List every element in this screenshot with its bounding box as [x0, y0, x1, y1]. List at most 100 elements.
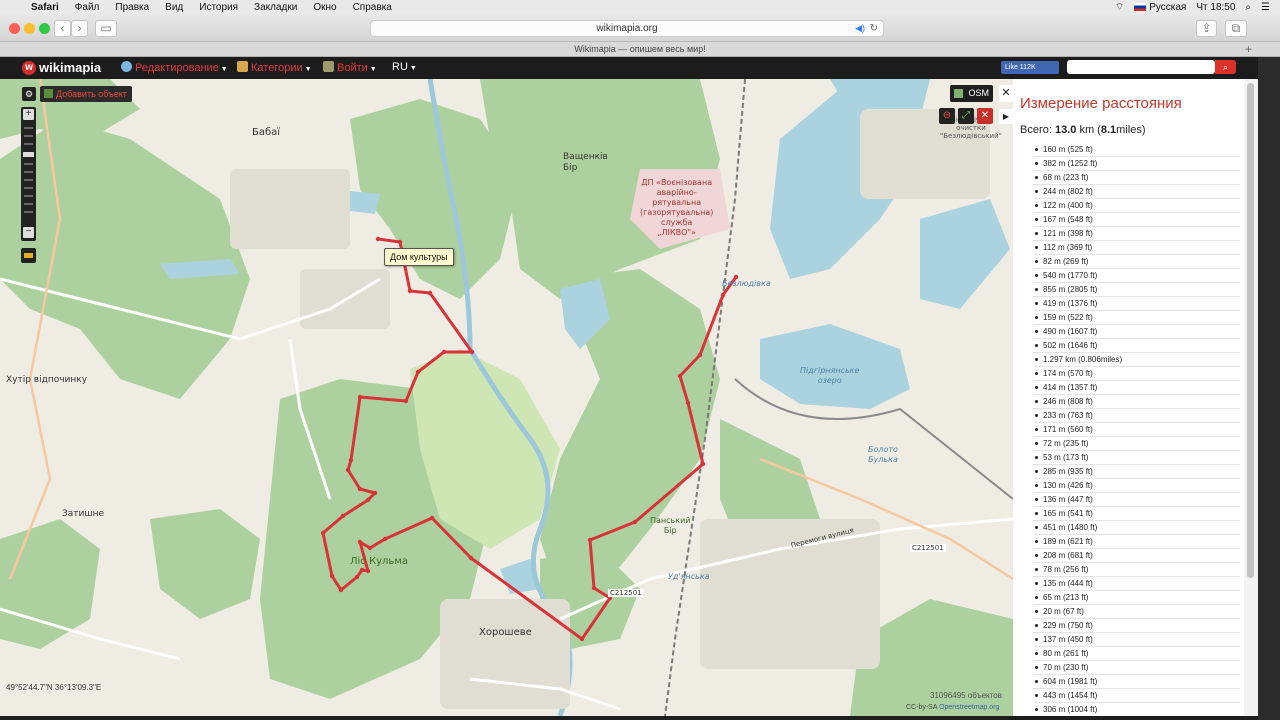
route-vertex[interactable] [720, 292, 726, 298]
fit-route-icon[interactable]: ⤢ [958, 108, 974, 124]
back-button[interactable]: ‹ [54, 20, 71, 37]
route-vertex[interactable] [632, 519, 638, 525]
zoom-out-button[interactable]: − [23, 227, 34, 238]
panel-toggle-arrow-icon[interactable]: ▶ [999, 109, 1013, 124]
chevron-down-icon: ▼ [220, 66, 228, 73]
route-vertex[interactable] [429, 515, 435, 521]
segment-item: 189 m (621 ft) [1033, 535, 1240, 549]
menu-editing[interactable]: Редактирование ▼ [121, 61, 228, 74]
route-vertex[interactable] [685, 400, 691, 406]
route-vertex[interactable] [441, 349, 447, 355]
route-vertex[interactable] [427, 290, 433, 296]
route-vertex[interactable] [354, 574, 360, 580]
menu-history[interactable]: История [192, 2, 247, 13]
zoom-window-button[interactable] [39, 23, 50, 34]
route-vertex[interactable] [415, 369, 421, 375]
scrollbar-thumb[interactable] [1247, 83, 1254, 578]
route-vertex[interactable] [375, 236, 381, 242]
share-icon[interactable]: ⇪ [1196, 20, 1217, 37]
route-vertex[interactable] [591, 585, 597, 591]
menu-file[interactable]: Файл [68, 2, 109, 13]
reload-icon[interactable]: ↻ [870, 21, 878, 36]
route-vertex[interactable] [357, 486, 363, 492]
search-input[interactable] [1067, 60, 1215, 74]
route-vertex[interactable] [397, 239, 403, 245]
route-vertex[interactable] [365, 497, 371, 503]
clear-route-icon[interactable]: ✕ [977, 108, 993, 124]
address-bar[interactable]: wikimapia.org ◀) ↻ [370, 20, 884, 37]
menu-view[interactable]: Вид [158, 2, 192, 13]
menu-window[interactable]: Окно [306, 2, 345, 13]
close-icon[interactable]: ✕ [999, 85, 1013, 102]
panel-title: Измерение расстояния [1020, 95, 1182, 112]
minimize-window-button[interactable] [24, 23, 35, 34]
route-vertex[interactable] [468, 555, 474, 561]
remove-point-icon[interactable]: ⊖ [939, 108, 955, 124]
menu-categories[interactable]: Категории ▼ [237, 61, 312, 74]
route-vertex[interactable] [382, 536, 388, 542]
route-vertex[interactable] [338, 587, 344, 593]
route-vertex[interactable] [407, 288, 413, 294]
menu-app-safari[interactable]: Safari [24, 2, 68, 13]
panel-scrollbar[interactable] [1244, 79, 1258, 716]
menu-bookmarks[interactable]: Закладки [247, 2, 306, 13]
new-tab-icon[interactable]: + [1245, 42, 1252, 56]
sidebar-toggle-icon[interactable]: ▭ [95, 20, 117, 37]
label-road-c212501-a: C212501 [608, 589, 644, 597]
label-vashchenkiv-bir: Ващенків Бір [563, 152, 608, 173]
route-vertex[interactable] [677, 373, 683, 379]
search-button[interactable]: ⌕ [1215, 60, 1236, 74]
map-layer-icon [954, 89, 963, 98]
add-object-button[interactable]: Добавить объект [40, 86, 132, 102]
route-vertex[interactable] [579, 636, 585, 642]
route-vertex[interactable] [359, 567, 365, 573]
segment-item: 490 m (1607 ft) [1033, 325, 1240, 339]
menu-login[interactable]: Войти ▼ [323, 61, 377, 74]
forward-button[interactable]: › [71, 20, 88, 37]
segment-item: 443 m (1454 ft) [1033, 689, 1240, 703]
layer-osm-button[interactable]: OSM [950, 85, 993, 102]
wifi-icon[interactable]: ⌔ [1115, 1, 1124, 14]
openstreetmap-link[interactable]: Openstreetmap.org [939, 704, 999, 711]
clock[interactable]: Чт 18:50 [1196, 2, 1235, 13]
spotlight-search-icon[interactable]: ⌕ [1245, 2, 1251, 13]
menu-edit[interactable]: Правка [108, 2, 158, 13]
tabs-overview-icon[interactable]: ⧉ [1225, 20, 1247, 37]
audio-playing-icon[interactable]: ◀) [855, 21, 865, 36]
map-canvas[interactable]: Бабаї Ващенків Бір ДП «Воєнізована аварі… [0, 79, 1013, 716]
route-vertex[interactable] [320, 530, 326, 536]
ruler-tool-button[interactable] [21, 248, 36, 263]
route-vertex[interactable] [700, 461, 706, 467]
route-vertex[interactable] [357, 394, 363, 400]
route-vertex[interactable] [697, 352, 703, 358]
route-vertex[interactable] [587, 537, 593, 543]
segment-item: 244 m (802 ft) [1033, 185, 1240, 199]
route-vertex[interactable] [348, 457, 354, 463]
route-vertex[interactable] [340, 513, 346, 519]
close-window-button[interactable] [9, 23, 20, 34]
route-vertex[interactable] [372, 490, 378, 496]
zoom-slider[interactable]: + − [21, 107, 36, 241]
language-selector[interactable]: RU ▼ [392, 61, 417, 73]
place-tooltip: Дом культуры [384, 248, 454, 266]
facebook-like-button[interactable]: Like 112K [1001, 61, 1059, 74]
route-vertex[interactable] [329, 573, 335, 579]
notification-center-icon[interactable]: ☰ [1261, 2, 1270, 13]
wikimapia-logo[interactable]: w wikimapia [22, 60, 101, 75]
input-language[interactable]: Русская [1134, 2, 1186, 13]
tab-title[interactable]: Wikimapia — опишем весь мир! [574, 44, 705, 54]
route-vertex[interactable] [367, 545, 373, 551]
route-vertex[interactable] [469, 349, 475, 355]
route-vertex[interactable] [357, 539, 363, 545]
segment-item: 53 m (173 ft) [1033, 451, 1240, 465]
map-settings-button[interactable]: ⚙ [22, 87, 36, 101]
zoom-handle[interactable] [23, 152, 34, 157]
segment-item: 80 m (261 ft) [1033, 647, 1240, 661]
menu-help[interactable]: Справка [346, 2, 401, 13]
route-vertex[interactable] [365, 568, 371, 574]
route-vertex[interactable] [403, 398, 409, 404]
segment-item: 136 m (447 ft) [1033, 493, 1240, 507]
zoom-in-button[interactable]: + [23, 109, 34, 120]
segment-item: 306 m (1004 ft) [1033, 703, 1240, 716]
route-vertex[interactable] [345, 467, 351, 473]
